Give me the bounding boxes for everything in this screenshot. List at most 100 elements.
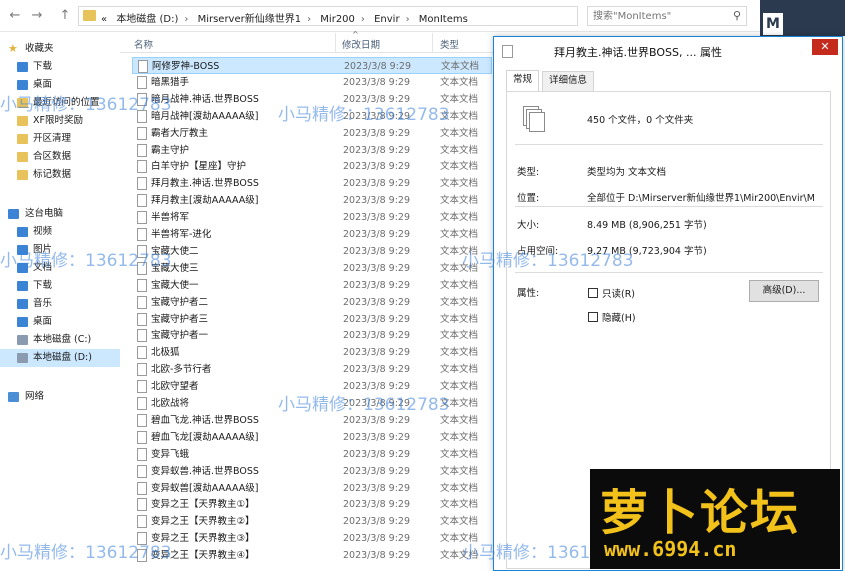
file-row[interactable]: 北极狐 2023/3/8 9:29 文本文档 [132, 344, 492, 361]
file-row[interactable]: 暗月战神.神话.世界BOSS 2023/3/8 9:29 文本文档 [132, 91, 492, 108]
sidebar-item-xf[interactable]: XF限时奖励 [0, 112, 120, 130]
column-divider[interactable] [335, 33, 336, 53]
sidebar-item-documents[interactable]: 文档 [0, 259, 120, 277]
sidebar-item-recent[interactable]: 最近访问的位置 [0, 94, 120, 112]
file-row[interactable]: 暗黑猎手 2023/3/8 9:29 文本文档 [132, 74, 492, 91]
logo-title: 萝卜论坛 [600, 485, 801, 541]
file-row[interactable]: 碧血飞龙.神话.世界BOSS 2023/3/8 9:29 文本文档 [132, 412, 492, 429]
file-row[interactable]: 北欧-多节行者 2023/3/8 9:29 文本文档 [132, 361, 492, 378]
file-row[interactable]: 变异飞蛾 2023/3/8 9:29 文本文档 [132, 446, 492, 463]
forum-logo: 萝卜论坛 www.6994.cn [590, 469, 840, 569]
search-icon[interactable]: ⚲ [733, 9, 741, 22]
search-input[interactable] [588, 7, 718, 25]
file-row[interactable]: 半兽将军 2023/3/8 9:29 文本文档 [132, 209, 492, 226]
file-row[interactable]: 宝藏守护者三 2023/3/8 9:29 文本文档 [132, 311, 492, 328]
readonly-label[interactable]: 只读(R) [602, 286, 635, 300]
up-arrow-icon[interactable]: ↑ [56, 7, 74, 25]
file-row[interactable]: 变异之王【天界教主④】 2023/3/8 9:29 文本文档 [132, 547, 492, 564]
file-type: 文本文档 [440, 414, 479, 426]
file-row[interactable]: 宝藏守护者一 2023/3/8 9:29 文本文档 [132, 327, 492, 344]
sidebar-item-downloads[interactable]: 下载 [0, 58, 120, 76]
file-row[interactable]: 拜月教主[渡劫AAAAA级] 2023/3/8 9:29 文本文档 [132, 192, 492, 209]
sidebar-item-cleanup[interactable]: 开区清理 [0, 130, 120, 148]
sidebar-item-label: 这台电脑 [25, 208, 64, 219]
file-row[interactable]: 霸者大厅教主 2023/3/8 9:29 文本文档 [132, 125, 492, 142]
column-header-type[interactable]: 类型 [440, 37, 459, 51]
column-divider[interactable] [432, 33, 433, 53]
file-type: 文本文档 [440, 516, 479, 528]
file-row[interactable]: 变异之王【天界教主③】 2023/3/8 9:29 文本文档 [132, 530, 492, 547]
file-row[interactable]: 宝藏大使一 2023/3/8 9:29 文本文档 [132, 277, 492, 294]
sidebar-item-pictures[interactable]: 图片 [0, 241, 120, 259]
file-row[interactable]: 白羊守护【星座】守护 2023/3/8 9:29 文本文档 [132, 158, 492, 175]
file-row[interactable]: 拜月教主.神话.世界BOSS 2023/3/8 9:29 文本文档 [132, 175, 492, 192]
tab-general[interactable]: 常规 [506, 70, 540, 92]
download-folder-icon [17, 281, 28, 291]
text-file-icon [137, 397, 147, 410]
text-file-icon [137, 413, 147, 427]
sidebar-item-drive-c[interactable]: 本地磁盘 (C:) [0, 331, 120, 349]
file-date: 2023/3/8 9:29 [343, 195, 411, 207]
file-row[interactable]: 暗月战神[渡劫AAAAA级] 2023/3/8 9:29 文本文档 [132, 108, 492, 125]
readonly-checkbox[interactable] [588, 288, 598, 298]
column-header-name[interactable]: 名称 [134, 37, 153, 51]
file-name: 宝藏大使一 [151, 279, 199, 291]
sidebar-item-favorites[interactable]: ★ 收藏夹 [0, 40, 120, 58]
hidden-label[interactable]: 隐藏(H) [602, 310, 636, 324]
advanced-button[interactable]: 高级(D)... [749, 280, 819, 302]
file-row[interactable]: 碧血飞龙[渡劫AAAAA级] 2023/3/8 9:29 文本文档 [132, 429, 492, 446]
hidden-checkbox[interactable] [588, 312, 598, 322]
back-arrow-icon[interactable]: ← [6, 7, 24, 25]
sidebar-item-downloads-pc[interactable]: 下载 [0, 277, 120, 295]
documents-folder-icon [17, 263, 28, 273]
sidebar-item-merge[interactable]: 合区数据 [0, 148, 120, 166]
forward-arrow-icon[interactable]: → [28, 7, 46, 25]
file-date: 2023/3/8 9:29 [343, 533, 411, 545]
file-row[interactable]: 变异蚁兽[渡劫AAAAA级] 2023/3/8 9:29 文本文档 [132, 480, 492, 497]
text-file-icon [137, 549, 147, 563]
sidebar-item-network[interactable]: 网络 [0, 388, 120, 406]
breadcrumb-item[interactable]: Envir [374, 14, 399, 25]
file-row[interactable]: 霸主守护 2023/3/8 9:29 文本文档 [132, 142, 492, 159]
sidebar-item-music[interactable]: 音乐 [0, 295, 120, 313]
file-row[interactable]: 宝藏大使三 2023/3/8 9:29 文本文档 [132, 260, 492, 277]
sidebar-item-this-pc[interactable]: 这台电脑 [0, 205, 120, 223]
breadcrumb-overflow[interactable]: « [101, 14, 107, 25]
computer-icon [8, 209, 19, 219]
file-type: 文本文档 [441, 61, 480, 72]
breadcrumb-item[interactable]: MonItems [419, 14, 468, 25]
file-row[interactable]: 变异之王【天界教主①】 2023/3/8 9:29 文本文档 [132, 496, 492, 513]
sidebar-item-videos[interactable]: 视频 [0, 223, 120, 241]
breadcrumb-item[interactable]: Mirserver新仙缘世界1 [198, 14, 302, 25]
sidebar-item-mark[interactable]: 标记数据 [0, 166, 120, 184]
address-input[interactable]: « 本地磁盘 (D:) › Mirserver新仙缘世界1 › Mir200 › En… [78, 6, 647, 26]
app-tile[interactable]: M [763, 13, 783, 35]
tab-details[interactable]: 详细信息 [542, 71, 595, 91]
close-button[interactable]: ✕ [812, 39, 838, 55]
sidebar-item-label: 视频 [33, 226, 53, 237]
breadcrumb-item[interactable]: Mir200 [320, 14, 355, 25]
file-row[interactable]: 半兽将军-进化 2023/3/8 9:29 文本文档 [132, 226, 492, 243]
file-row[interactable]: 变异之王【天界教主②】 2023/3/8 9:29 文本文档 [132, 513, 492, 530]
column-header-date[interactable]: 修改日期 [342, 37, 380, 51]
dialog-title-bar[interactable]: 拜月教主.神话.世界BOSS, ... 属性 ✕ [494, 37, 842, 65]
text-file-icon [137, 75, 147, 89]
text-file-icon [137, 228, 147, 241]
text-file-icon [137, 177, 147, 191]
sidebar-item-label: 桌面 [33, 316, 53, 327]
sidebar-item-desktop[interactable]: 桌面 [0, 76, 120, 94]
file-row[interactable]: 变异蚁兽.神话.世界BOSS 2023/3/8 9:29 文本文档 [132, 463, 492, 480]
navigation-pane: ★ 收藏夹 下载 桌面 最近访问的位置 XF限时奖励 开区清理 合区数据 标记数… [0, 33, 120, 571]
file-row[interactable]: 北欧守望者 2023/3/8 9:29 文本文档 [132, 378, 492, 395]
sidebar-item-desktop-pc[interactable]: 桌面 [0, 313, 120, 331]
file-row[interactable]: 宝藏大使二 2023/3/8 9:29 文本文档 [132, 243, 492, 260]
file-row[interactable]: 宝藏守护者二 2023/3/8 9:29 文本文档 [132, 294, 492, 311]
breadcrumb-item[interactable]: 本地磁盘 (D:) [116, 14, 178, 25]
file-type: 文本文档 [440, 347, 479, 359]
sidebar-item-label: 下载 [33, 61, 53, 72]
file-row[interactable]: 阿修罗神-BOSS 2023/3/8 9:29 文本文档 [132, 57, 492, 74]
file-row[interactable]: 北欧战将 2023/3/8 9:29 文本文档 [132, 395, 492, 412]
sidebar-item-label: XF限时奖励 [33, 115, 83, 126]
file-name: 拜月教主.神话.世界BOSS [151, 178, 259, 190]
sidebar-item-drive-d[interactable]: 本地磁盘 (D:) [0, 349, 120, 367]
